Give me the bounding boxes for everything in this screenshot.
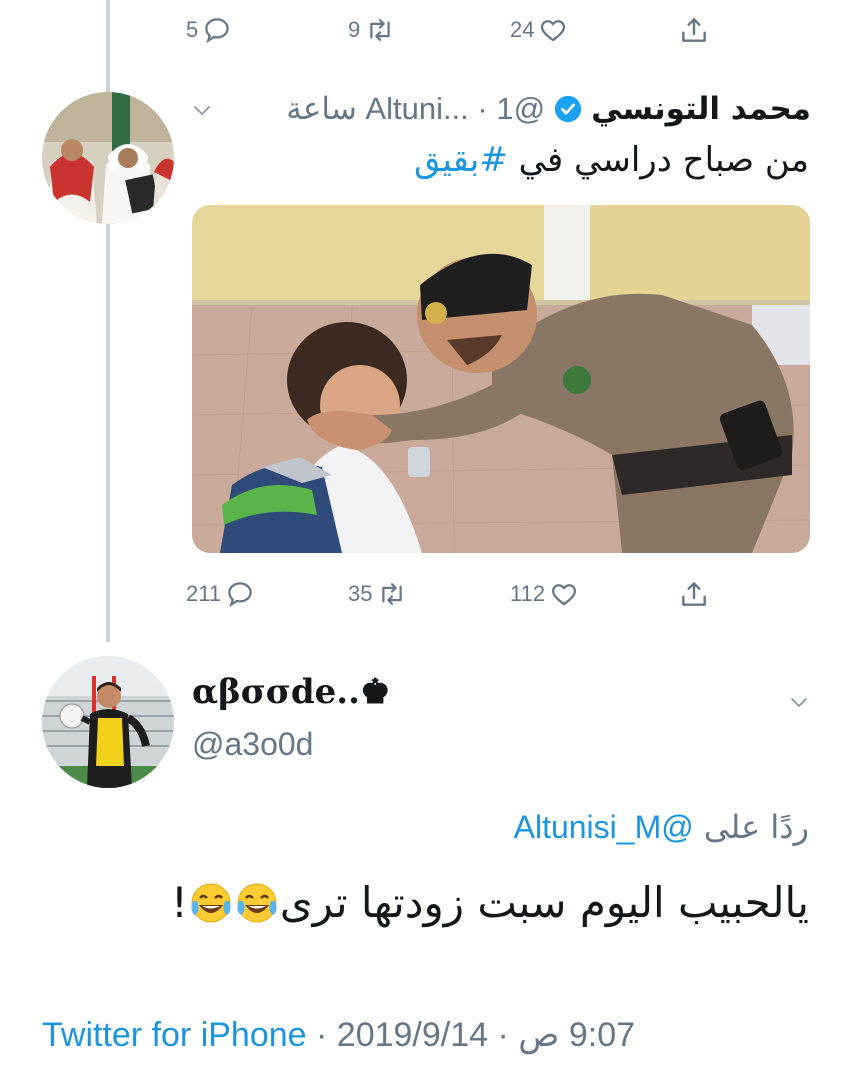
like-icon xyxy=(538,15,568,45)
hashtag-link[interactable]: #بقيق xyxy=(414,140,508,180)
retweet-icon xyxy=(364,15,396,45)
like-count: 112 xyxy=(510,581,546,606)
retweet-icon xyxy=(376,579,408,609)
reply-count: 211 xyxy=(186,581,222,606)
reply-text-main: يالحبيب اليوم سبت زودتها ترى xyxy=(279,878,809,927)
share-button[interactable] xyxy=(678,572,710,616)
top-action-bar: 5 9 24 xyxy=(180,8,740,52)
share-icon xyxy=(678,578,710,610)
source-link[interactable]: Twitter for iPhone xyxy=(42,1016,307,1054)
laughing-crying-emoji xyxy=(189,881,233,925)
handle-time: @Altuni... · 1 ساعة xyxy=(286,91,546,126)
chevron-down-icon[interactable] xyxy=(787,690,811,718)
handle[interactable]: @a3o0d xyxy=(192,726,313,763)
display-name[interactable]: محمد التونسي xyxy=(591,91,811,127)
timestamp: 9:07 ص · 2019/9/14 · xyxy=(316,1016,636,1054)
reply-icon xyxy=(225,579,255,609)
like-count: 24 xyxy=(510,17,535,42)
reply-icon xyxy=(202,15,232,45)
reply-count: 5 xyxy=(186,17,199,42)
tweet-header: محمد التونسي @Altuni... · 1 ساعة xyxy=(190,84,811,134)
retweet-button[interactable]: 35 xyxy=(348,572,408,616)
replying-prefix: ردًا على xyxy=(693,808,809,846)
tweet-action-bar: 211 35 112 xyxy=(180,572,740,616)
avatar[interactable] xyxy=(42,656,174,788)
tweet-photo[interactable] xyxy=(192,205,810,553)
like-button[interactable]: 24 xyxy=(510,8,568,52)
like-icon xyxy=(549,579,579,609)
replying-to: ردًا على @Altunisi_M xyxy=(514,808,809,846)
verified-icon xyxy=(553,94,583,124)
reply-button[interactable]: 211 xyxy=(186,572,255,616)
share-button[interactable] xyxy=(678,8,710,52)
mention-link[interactable]: @Altunisi_M xyxy=(514,809,694,845)
like-button[interactable]: 112 xyxy=(510,572,579,616)
chevron-down-icon[interactable] xyxy=(190,94,214,130)
reply-text: يالحبيب اليوم سبت زودتها ترى ! xyxy=(171,878,809,927)
reply-text-end: ! xyxy=(170,878,188,927)
tweet-text: من صباح دراسي في #بقيق xyxy=(414,140,809,180)
reply-button[interactable]: 5 xyxy=(186,8,232,52)
tweet-text-main: من صباح دراسي في xyxy=(507,140,809,180)
retweet-count: 9 xyxy=(348,17,361,42)
retweet-button[interactable]: 9 xyxy=(348,8,396,52)
display-name[interactable]: αβσσde..♚ xyxy=(192,672,390,712)
laughing-crying-emoji xyxy=(235,881,279,925)
share-icon xyxy=(678,14,710,46)
retweet-count: 35 xyxy=(348,581,373,606)
tweet-footer: Twitter for iPhone 9:07 ص · 2019/9/14 · xyxy=(42,1015,635,1055)
avatar[interactable] xyxy=(42,92,174,224)
